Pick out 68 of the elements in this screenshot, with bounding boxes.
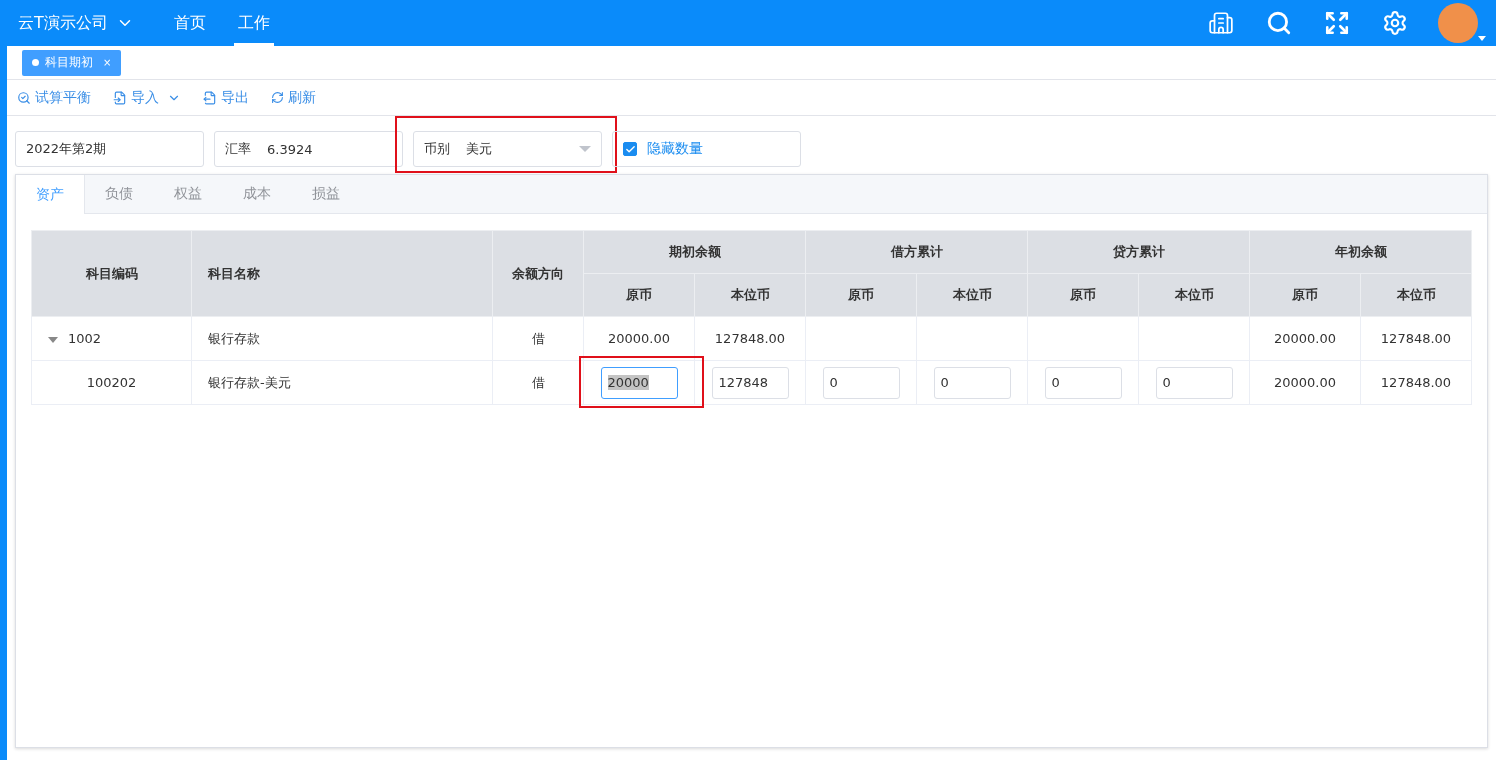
column-header: 原币 bbox=[1027, 273, 1139, 317]
toolbar-button[interactable]: 刷新 bbox=[271, 88, 316, 107]
table-cell: 银行存款 bbox=[191, 316, 493, 361]
table-cell: 20000.00 bbox=[1249, 360, 1361, 405]
building-icon[interactable] bbox=[1208, 10, 1234, 36]
category-tab[interactable]: 成本 bbox=[223, 175, 292, 213]
table-cell: 1002 bbox=[31, 316, 192, 361]
cell-input[interactable]: 20000 bbox=[600, 366, 678, 399]
category-tab[interactable]: 资产 bbox=[16, 175, 85, 214]
cell-input[interactable]: 0 bbox=[1044, 366, 1122, 399]
close-icon[interactable]: × bbox=[103, 57, 112, 68]
column-group-header: 期初余额 bbox=[583, 230, 806, 274]
category-tab[interactable]: 负债 bbox=[85, 175, 154, 213]
column-header: 余额方向 bbox=[492, 230, 584, 317]
nav-tab[interactable]: 首页 bbox=[169, 0, 210, 46]
checkbox-label: 隐藏数量 bbox=[647, 140, 703, 158]
column-header: 本位币 bbox=[694, 273, 806, 317]
file-import-icon bbox=[113, 90, 127, 105]
open-tab[interactable]: 科目期初 × bbox=[22, 49, 122, 76]
column-header: 本位币 bbox=[1360, 273, 1472, 317]
period-field[interactable]: 2022年第2期 bbox=[15, 131, 204, 167]
exchange-rate-field[interactable]: 汇率 6.3924 bbox=[214, 131, 403, 167]
field-label: 币别 bbox=[424, 140, 450, 158]
column-header: 科目编码 bbox=[31, 230, 192, 317]
category-tab[interactable]: 权益 bbox=[154, 175, 223, 213]
toolbar-button[interactable]: 导出 bbox=[203, 88, 249, 107]
column-header: 本位币 bbox=[1138, 273, 1250, 317]
status-dot-icon bbox=[32, 59, 39, 66]
toolbar-button[interactable]: 试算平衡 bbox=[17, 88, 91, 107]
settings-icon[interactable] bbox=[1382, 10, 1408, 36]
search-check-icon bbox=[17, 90, 31, 105]
field-value: 美元 bbox=[466, 140, 492, 158]
fullscreen-icon[interactable] bbox=[1324, 10, 1350, 36]
table-cell: 借 bbox=[492, 316, 584, 361]
column-group-header: 年初余额 bbox=[1249, 230, 1472, 274]
checkbox[interactable] bbox=[623, 142, 637, 156]
expand-caret-icon[interactable] bbox=[48, 336, 58, 343]
table-cell: 127848.00 bbox=[694, 316, 806, 361]
table-cell: 借 bbox=[492, 360, 584, 405]
column-header: 原币 bbox=[583, 273, 695, 317]
column-header: 本位币 bbox=[916, 273, 1028, 317]
column-group-header: 借方累计 bbox=[805, 230, 1028, 274]
table-cell: 20000.00 bbox=[583, 316, 695, 361]
field-label: 汇率 bbox=[225, 140, 251, 158]
table-cell: 100202 bbox=[31, 360, 192, 405]
column-header: 原币 bbox=[1249, 273, 1361, 317]
company-selector[interactable]: 云T演示公司 bbox=[18, 12, 134, 34]
refresh-icon bbox=[271, 91, 284, 104]
table-cell: 20000.00 bbox=[1249, 316, 1361, 361]
file-export-icon bbox=[203, 90, 217, 105]
field-value: 6.3924 bbox=[267, 141, 313, 157]
column-group-header: 贷方累计 bbox=[1027, 230, 1250, 274]
cell-input[interactable]: 0 bbox=[1155, 366, 1233, 399]
table-cell: 127848.00 bbox=[1360, 316, 1472, 361]
cell-input[interactable]: 127848 bbox=[711, 366, 789, 399]
category-tab[interactable]: 损益 bbox=[292, 175, 361, 213]
toolbar-button[interactable]: 导入 bbox=[113, 88, 181, 107]
table-cell: 127848.00 bbox=[1360, 360, 1472, 405]
nav-tab[interactable]: 工作 bbox=[233, 0, 274, 46]
cell-input[interactable]: 0 bbox=[933, 366, 1011, 399]
table-cell: 银行存款-美元 bbox=[191, 360, 493, 405]
column-header: 原币 bbox=[805, 273, 917, 317]
cell-input[interactable]: 0 bbox=[822, 366, 900, 399]
dropdown-arrow-icon bbox=[579, 146, 591, 152]
currency-select[interactable]: 币别 美元 bbox=[413, 131, 602, 167]
column-header: 科目名称 bbox=[191, 230, 493, 317]
search-icon[interactable] bbox=[1266, 10, 1292, 36]
caret-icon[interactable] bbox=[1478, 36, 1486, 41]
